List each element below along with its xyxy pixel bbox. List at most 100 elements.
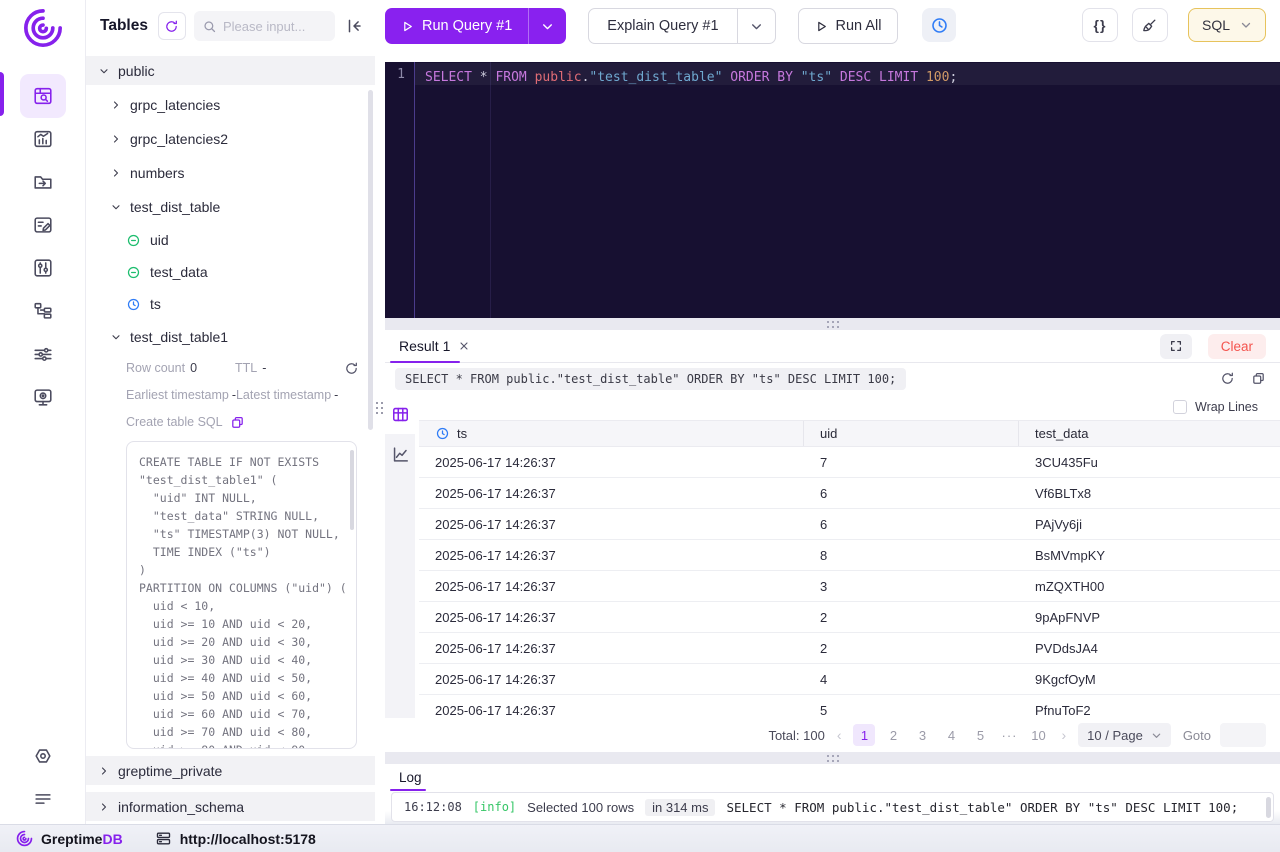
create-sql-line: Create table SQL (126, 412, 359, 432)
refresh-details-button[interactable] (344, 361, 359, 376)
scrollbar-thumb[interactable] (368, 90, 373, 430)
clear-results-button[interactable]: Clear (1208, 334, 1266, 359)
resize-handle[interactable] (376, 402, 383, 414)
sidebar-item-charts[interactable] (26, 122, 60, 156)
explain-query-button[interactable]: Explain Query #1 (588, 8, 775, 44)
chevron-right-icon (110, 167, 122, 179)
copy-sql-button[interactable] (230, 415, 245, 430)
column-name: test_data (150, 264, 208, 280)
table-cell: 2 (804, 633, 1019, 663)
search-input[interactable] (223, 19, 327, 34)
tree-item-test_dist_table1[interactable]: test_dist_table1 (86, 323, 375, 351)
page-button-4[interactable]: 4 (940, 724, 962, 746)
clear-editor-button[interactable] (1132, 8, 1168, 42)
sidebar-item-flows[interactable] (26, 337, 60, 371)
tree-item-information_schema[interactable]: information_schema (86, 792, 375, 821)
log-time: 16:12:08 (404, 800, 462, 814)
rerun-query-icon[interactable] (1220, 371, 1235, 386)
sql-line: "test_data" STRING NULL, (139, 507, 346, 525)
results-log-resize-handle[interactable] (385, 752, 1280, 764)
column-header-ts[interactable]: ts (419, 421, 804, 446)
page-button-2[interactable]: 2 (882, 724, 904, 746)
editor-results-resize-handle[interactable] (385, 318, 1280, 330)
tree-item-grpc_latencies2[interactable]: grpc_latencies2 (86, 125, 375, 153)
scrollbar-thumb[interactable] (1266, 797, 1271, 818)
run-query-button[interactable]: Run Query #1 (385, 8, 566, 44)
chevron-right-icon (98, 801, 110, 813)
column-header-test_data[interactable]: test_data (1019, 421, 1280, 446)
tree-item-greptime_private[interactable]: greptime_private (86, 756, 375, 785)
sidebar-item-limits[interactable] (26, 251, 60, 285)
brush-icon (1141, 17, 1158, 34)
sql-line: "uid" INT NULL, (139, 489, 346, 507)
table-view-button[interactable] (385, 394, 415, 434)
tree-item-grpc_latencies[interactable]: grpc_latencies (86, 91, 375, 119)
run-query-label: Run Query #1 (422, 18, 512, 34)
format-code-button[interactable]: {} (1082, 8, 1118, 42)
page-button-5[interactable]: 5 (969, 724, 991, 746)
copy-query-icon[interactable] (1251, 371, 1266, 386)
code-token: "test_dist_table" (589, 70, 722, 85)
table-cell: 9KgcfOyM (1019, 664, 1280, 694)
pagination-ellipsis: ··· (998, 724, 1020, 746)
tree-column-uid[interactable]: uid (86, 227, 375, 253)
create-table-sql-block[interactable]: CREATE TABLE IF NOT EXISTS"test_dist_tab… (126, 441, 357, 749)
language-select[interactable]: SQL (1188, 8, 1266, 42)
table-cell: 2 (804, 602, 1019, 632)
column-header-label: test_data (1035, 426, 1089, 441)
table-cell: 6 (804, 509, 1019, 539)
table-search-box[interactable] (194, 11, 335, 41)
server-url: http://localhost:5178 (180, 831, 316, 847)
sql-line: "test_dist_table1" ( (139, 471, 346, 489)
next-page-button[interactable]: › (1058, 727, 1069, 743)
sql-editor[interactable]: 1 SELECT * FROM public."test_dist_table"… (385, 62, 1280, 318)
refresh-tables-button[interactable] (158, 12, 186, 40)
log-tab[interactable]: Log (391, 770, 430, 791)
sidebar-item-topology[interactable] (26, 294, 60, 328)
tree-column-ts[interactable]: ts (86, 291, 375, 317)
column-header-uid[interactable]: uid (804, 421, 1019, 446)
page-size-select[interactable]: 10 / Page (1078, 723, 1171, 747)
chevron-right-icon (98, 765, 110, 777)
close-icon[interactable] (458, 340, 470, 352)
chart-view-button[interactable] (385, 434, 415, 474)
page-button-3[interactable]: 3 (911, 724, 933, 746)
fullscreen-button[interactable] (1160, 334, 1192, 359)
sidebar-item-settings[interactable] (26, 739, 60, 773)
explain-query-dropdown[interactable] (737, 9, 775, 43)
tree-column-test_data[interactable]: test_data (86, 259, 375, 285)
page-button-1[interactable]: 1 (853, 724, 875, 746)
run-query-dropdown[interactable] (528, 8, 566, 44)
sidebar-item-monitor[interactable] (26, 380, 60, 414)
tree-item-numbers[interactable]: numbers (86, 159, 375, 187)
collapse-panel-button[interactable] (345, 17, 363, 35)
tree-item-public[interactable]: public (86, 56, 375, 85)
tree-item-label: test_dist_table (130, 199, 220, 215)
goto-page-input[interactable] (1220, 723, 1266, 747)
run-all-button[interactable]: Run All (798, 8, 899, 44)
sidebar-item-ingest[interactable] (26, 165, 60, 199)
prev-page-button[interactable]: ‹ (834, 727, 845, 743)
scrollbar-thumb[interactable] (350, 450, 354, 530)
sidebar-item-editor[interactable] (26, 208, 60, 242)
sql-line: uid >= 30 AND uid < 40, (139, 651, 346, 669)
table-row: 2025-06-17 14:26:372PVDdsJA4 (419, 633, 1280, 664)
sidebar-item-table-browser[interactable] (20, 74, 66, 118)
panel-resize-gutter (375, 0, 385, 824)
sidebar-item-menu[interactable] (26, 782, 60, 816)
wrap-lines-checkbox[interactable] (1173, 400, 1187, 414)
result-query-text: SELECT * FROM public."test_dist_table" O… (395, 368, 906, 390)
table-cell: 2025-06-17 14:26:37 (419, 602, 804, 632)
braces-icon: {} (1094, 17, 1107, 33)
tree-item-test_dist_table[interactable]: test_dist_table (86, 193, 375, 221)
tree-item-label: grpc_latencies2 (130, 131, 228, 147)
query-history-button[interactable] (922, 8, 956, 42)
page-button-10[interactable]: 10 (1027, 724, 1049, 746)
table-cell: 2025-06-17 14:26:37 (419, 540, 804, 570)
result-tab[interactable]: Result 1 (391, 338, 478, 354)
table-view-icon (391, 405, 410, 424)
table-row: 2025-06-17 14:26:373mZQXTH00 (419, 571, 1280, 602)
code-token (832, 70, 840, 85)
chart-view-icon (391, 445, 410, 464)
sql-line: PARTITION ON COLUMNS ("uid") ( (139, 579, 346, 597)
